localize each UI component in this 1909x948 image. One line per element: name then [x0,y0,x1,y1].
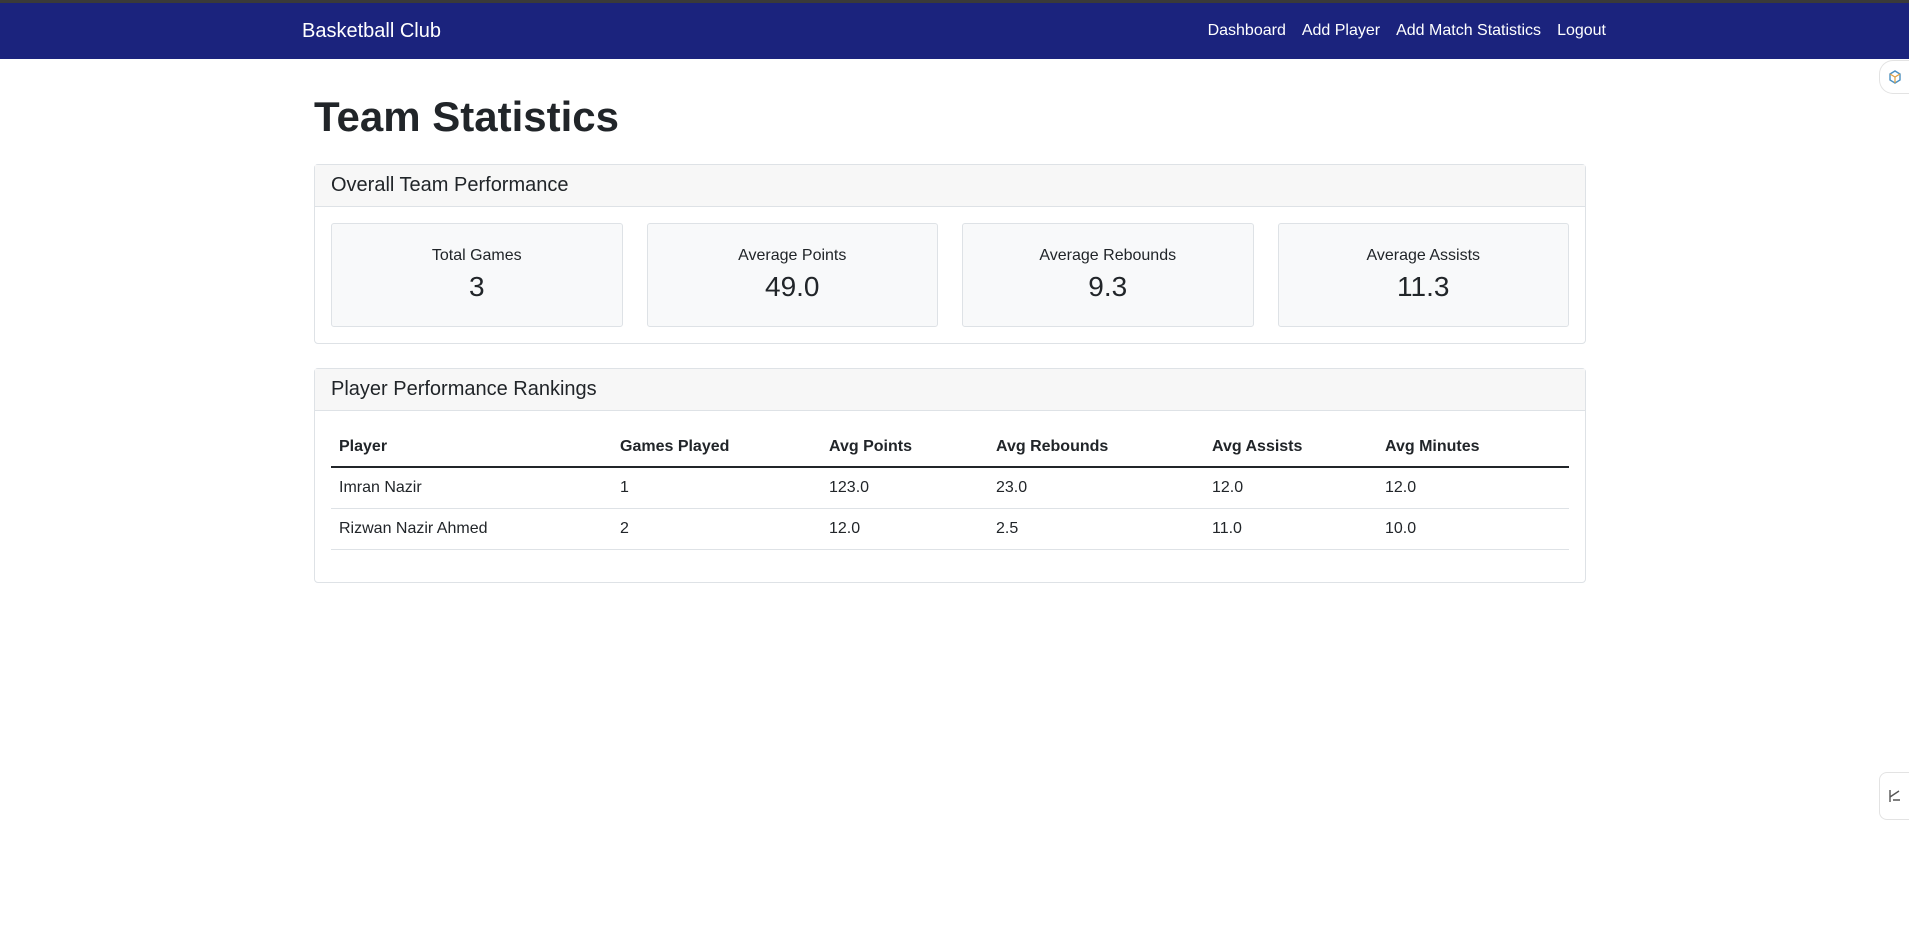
table-header-row: Player Games Played Avg Points Avg Rebou… [331,427,1569,468]
column-header-avg-points: Avg Points [821,427,988,468]
navbar: Basketball Club Dashboard Add Player Add… [0,3,1909,59]
player-rankings-table: Player Games Played Avg Points Avg Rebou… [331,427,1569,550]
cell-player: Rizwan Nazir Ahmed [331,508,612,550]
stat-label: Average Rebounds [1039,247,1177,264]
stat-label: Average Assists [1366,247,1481,264]
column-header-games-played: Games Played [612,427,821,468]
stat-value: 49.0 [765,271,820,302]
stat-value: 9.3 [1088,271,1128,302]
stat-label: Average Points [738,247,847,264]
stat-average-rebounds: Average Rebounds 9.3 [962,223,1254,327]
extension-icon[interactable] [1879,60,1909,94]
table-row: Rizwan Nazir Ahmed 2 12.0 2.5 11.0 10.0 [331,508,1569,550]
sidebar-toggle-icon[interactable] [1879,772,1909,820]
cell-avg-points: 12.0 [821,508,988,550]
stat-average-points: Average Points 49.0 [646,223,938,327]
player-rankings-header: Player Performance Rankings [315,369,1585,411]
nav-link-add-player[interactable]: Add Player [1302,22,1380,40]
nav-link-dashboard[interactable]: Dashboard [1208,22,1286,40]
nav-link-add-match-statistics[interactable]: Add Match Statistics [1396,22,1541,40]
navbar-brand[interactable]: Basketball Club [302,20,441,43]
nav-link-logout[interactable]: Logout [1557,22,1606,40]
cell-avg-minutes: 12.0 [1377,467,1569,509]
stat-total-games: Total Games 3 [331,223,623,327]
stat-label: Total Games [431,247,522,264]
stat-average-assists: Average Assists 11.3 [1277,223,1569,327]
main-container: Team Statistics Overall Team Performance… [314,59,1586,583]
cell-player: Imran Nazir [331,467,612,509]
cell-avg-rebounds: 2.5 [988,508,1204,550]
table-row: Imran Nazir 1 123.0 23.0 12.0 12.0 [331,467,1569,509]
sidebar-toggle-icon-glyph [1888,790,1900,802]
column-header-avg-minutes: Avg Minutes [1377,427,1569,468]
nav-links: Dashboard Add Player Add Match Statistic… [1208,22,1606,40]
extension-icon-glyph [1888,70,1901,84]
stat-value: 3 [468,271,485,302]
page-title: Team Statistics [314,93,620,140]
cell-avg-minutes: 10.0 [1377,508,1569,550]
column-header-avg-rebounds: Avg Rebounds [988,427,1204,468]
cell-avg-assists: 12.0 [1204,467,1377,509]
cell-avg-assists: 11.0 [1204,508,1377,550]
stat-value: 11.3 [1397,271,1450,302]
player-rankings-body: Player Games Played Avg Points Avg Rebou… [315,411,1585,582]
column-header-avg-assists: Avg Assists [1204,427,1377,468]
cell-avg-points: 123.0 [821,467,988,509]
player-rankings-card: Player Performance Rankings Player Games… [314,368,1586,583]
overall-performance-card: Overall Team Performance Total Games 3 A… [314,164,1586,344]
overall-performance-body: Total Games 3 Average Points 49.0 Averag… [315,207,1585,343]
cell-games-played: 1 [612,467,821,509]
cell-avg-rebounds: 23.0 [988,467,1204,509]
column-header-player: Player [331,427,612,468]
overall-performance-header: Overall Team Performance [315,165,1585,207]
cell-games-played: 2 [612,508,821,550]
